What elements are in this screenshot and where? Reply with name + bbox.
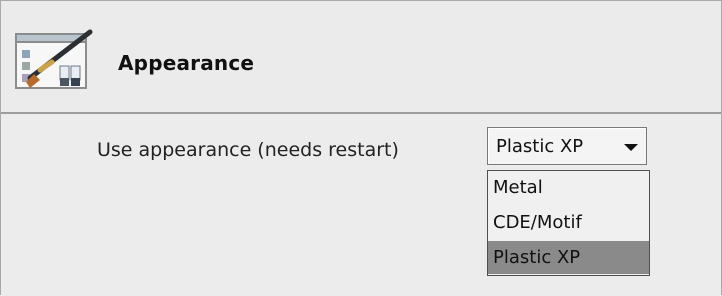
appearance-select[interactable]: Plastic XP [487, 127, 647, 165]
option-cde-motif[interactable]: CDE/Motif [488, 206, 649, 239]
appearance-settings-icon [10, 22, 100, 96]
preferences-panel: Appearance Use appearance (needs restart… [0, 0, 722, 295]
appearance-select-value: Plastic XP [496, 136, 584, 157]
appearance-setting-label: Use appearance (needs restart) [97, 139, 399, 161]
section-title: Appearance [118, 51, 255, 75]
chevron-down-icon[interactable] [624, 144, 638, 151]
section-header: Appearance [1, 1, 721, 114]
appearance-options-list: Metal CDE/Motif Plastic XP [487, 170, 650, 276]
option-metal[interactable]: Metal [488, 171, 649, 204]
option-plastic-xp[interactable]: Plastic XP [488, 241, 649, 274]
